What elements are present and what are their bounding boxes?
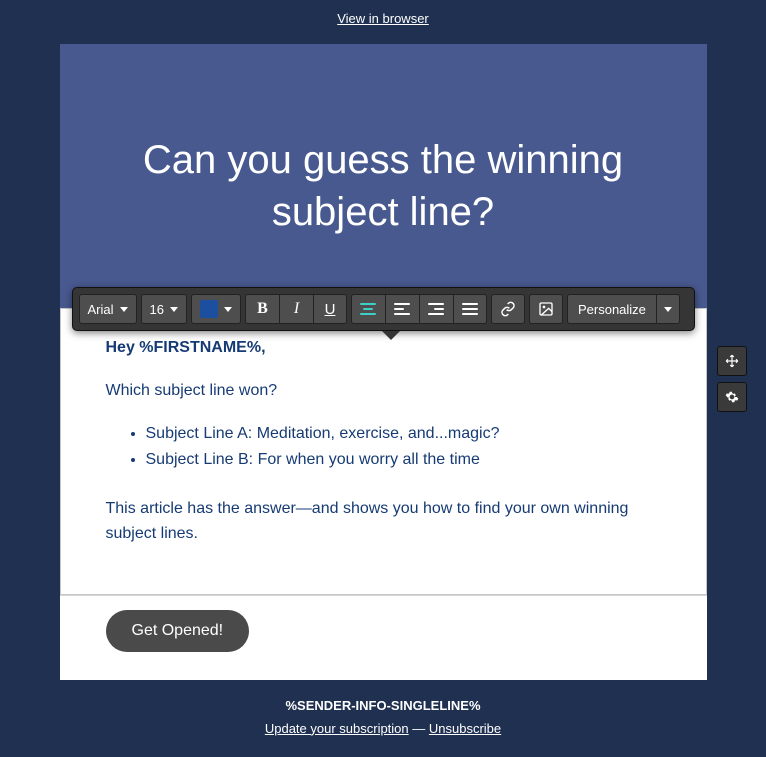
chevron-down-icon (120, 307, 128, 312)
font-family-value: Arial (88, 302, 114, 317)
personalize-button[interactable]: Personalize (567, 294, 656, 324)
sender-info: %SENDER-INFO-SINGLELINE% (60, 698, 707, 713)
underline-button[interactable]: U (313, 294, 347, 324)
align-center-icon (394, 303, 410, 315)
align-left-button[interactable] (351, 294, 385, 324)
block-settings-button[interactable] (717, 382, 747, 412)
alignment-group (351, 294, 487, 324)
update-subscription-link[interactable]: Update your subscription (265, 721, 409, 736)
block-side-controls (717, 346, 747, 412)
chevron-down-icon (664, 307, 672, 312)
email-footer: %SENDER-INFO-SINGLELINE% Update your sub… (60, 680, 707, 748)
color-swatch (200, 300, 218, 318)
cta-button[interactable]: Get Opened! (106, 610, 250, 652)
list-item: Subject Line A: Meditation, exercise, an… (146, 422, 661, 447)
cta-block: Get Opened! (60, 595, 707, 680)
move-icon (725, 354, 739, 368)
gear-icon (725, 390, 739, 404)
unsubscribe-link[interactable]: Unsubscribe (429, 721, 501, 736)
text-style-group: B I U (245, 294, 347, 324)
chevron-down-icon (170, 307, 178, 312)
move-block-button[interactable] (717, 346, 747, 376)
bullet-list: Subject Line A: Meditation, exercise, an… (106, 422, 661, 474)
align-center-button[interactable] (385, 294, 419, 324)
email-header: Can you guess the winning subject line? (60, 44, 707, 308)
email-canvas: Can you guess the winning subject line? … (60, 44, 707, 748)
insert-image-button[interactable] (529, 294, 563, 324)
font-size-value: 16 (150, 302, 164, 317)
intro-text: Which subject line won? (106, 379, 661, 404)
insert-link-button[interactable] (491, 294, 525, 324)
email-body-block[interactable]: Hey %FIRSTNAME%, Which subject line won?… (60, 308, 707, 595)
image-icon (538, 301, 554, 317)
link-icon (500, 301, 516, 317)
font-color-select[interactable] (191, 294, 241, 324)
followup-text: This article has the answer—and shows yo… (106, 497, 661, 547)
align-right-icon (428, 303, 444, 315)
chevron-down-icon (224, 307, 232, 312)
font-size-select[interactable]: 16 (141, 294, 187, 324)
align-right-button[interactable] (419, 294, 453, 324)
toolbar-pointer (382, 331, 400, 340)
font-family-select[interactable]: Arial (79, 294, 137, 324)
bold-button[interactable]: B (245, 294, 279, 324)
align-justify-icon (462, 303, 478, 315)
view-in-browser-link[interactable]: View in browser (337, 11, 429, 26)
footer-separator: — (409, 721, 429, 736)
align-left-icon (360, 303, 376, 315)
personalize-label: Personalize (578, 302, 646, 317)
list-item: Subject Line B: For when you worry all t… (146, 448, 661, 473)
headline: Can you guess the winning subject line? (100, 134, 667, 238)
align-justify-button[interactable] (453, 294, 487, 324)
personalize-group: Personalize (567, 294, 680, 324)
rich-text-toolbar: Arial 16 B I U (72, 287, 695, 331)
italic-button[interactable]: I (279, 294, 313, 324)
personalize-more-button[interactable] (656, 294, 680, 324)
